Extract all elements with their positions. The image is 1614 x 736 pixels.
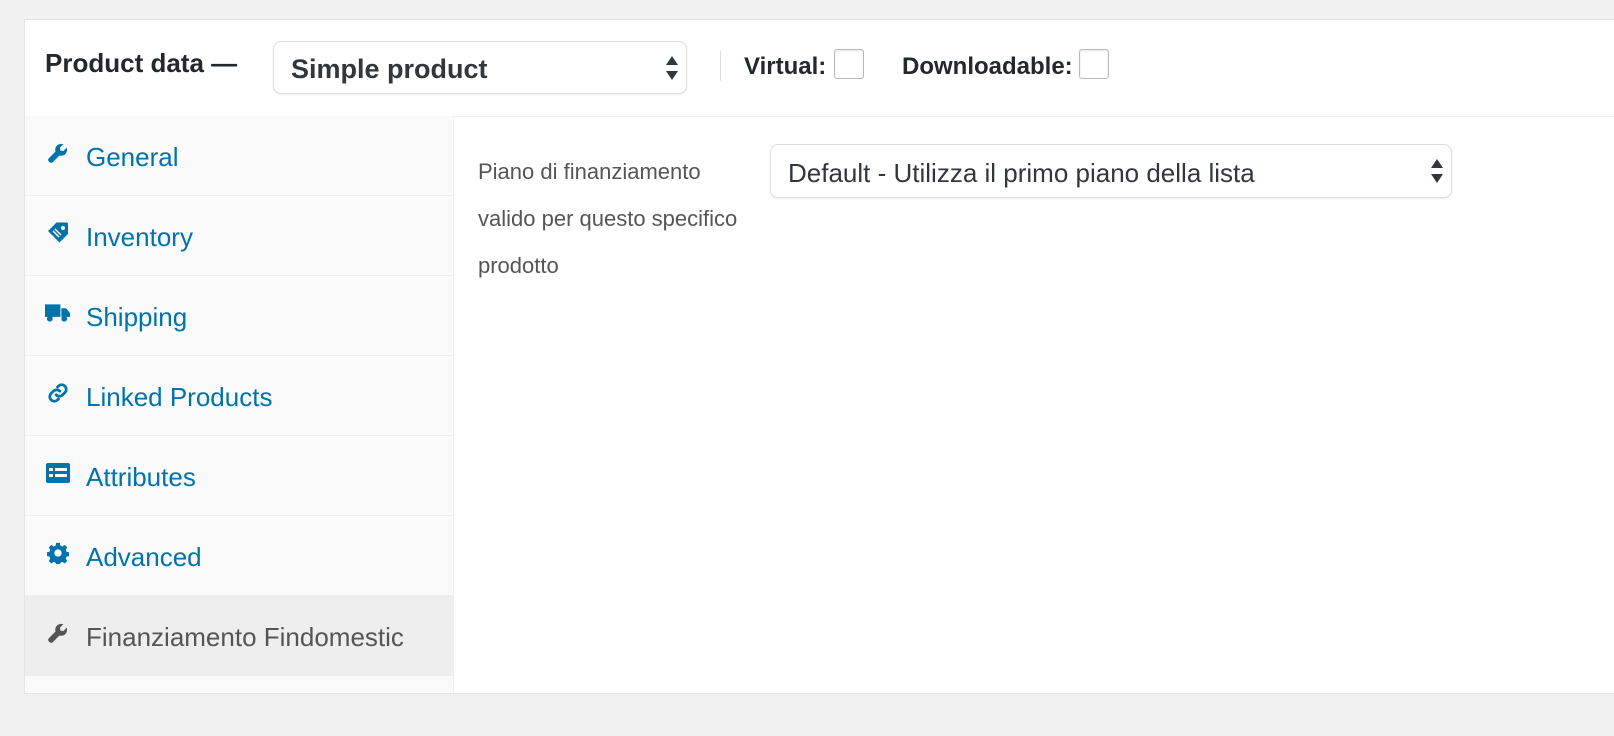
downloadable-label: Downloadable: bbox=[902, 53, 1073, 80]
tab-finanziamento-findomestic-label: Finanziamento Findomestic bbox=[86, 622, 404, 652]
tab-inventory[interactable]: Inventory bbox=[25, 196, 453, 276]
tab-shipping[interactable]: Shipping bbox=[25, 276, 453, 356]
truck-icon bbox=[45, 300, 70, 325]
product-data-header: Product data — Simple product Virtual: D… bbox=[25, 20, 1614, 117]
downloadable-checkbox[interactable] bbox=[1079, 49, 1109, 79]
tab-attributes-label: Attributes bbox=[86, 462, 196, 492]
tab-attributes[interactable]: Attributes bbox=[25, 436, 453, 516]
tab-finanziamento-findomestic[interactable]: Finanziamento Findomestic bbox=[25, 596, 453, 676]
tab-advanced-label: Advanced bbox=[86, 542, 202, 572]
wrench-icon bbox=[45, 140, 70, 165]
header-divider bbox=[720, 51, 721, 81]
tab-shipping-label: Shipping bbox=[86, 302, 188, 332]
gear-icon bbox=[45, 540, 70, 565]
tab-linked-products[interactable]: Linked Products bbox=[25, 356, 453, 436]
product-data-tabs: General Inventory Shipping Linked Produc… bbox=[25, 116, 454, 693]
financing-plan-value: Default - Utilizza il primo piano della … bbox=[788, 158, 1255, 188]
wrench-icon bbox=[45, 620, 70, 645]
select-arrows-icon bbox=[666, 55, 678, 80]
tag-icon bbox=[45, 220, 70, 245]
virtual-label: Virtual: bbox=[744, 53, 827, 80]
virtual-checkbox[interactable] bbox=[834, 49, 864, 79]
financing-plan-select[interactable]: Default - Utilizza il primo piano della … bbox=[770, 144, 1452, 198]
product-data-panel: Product data — Simple product Virtual: D… bbox=[24, 19, 1614, 694]
tab-advanced[interactable]: Advanced bbox=[25, 516, 453, 596]
list-icon bbox=[45, 460, 70, 485]
tab-inventory-label: Inventory bbox=[86, 222, 193, 252]
tab-content-panel: Piano di finanziamento valido per questo… bbox=[454, 116, 1614, 693]
link-icon bbox=[45, 380, 70, 405]
product-type-value: Simple product bbox=[291, 54, 488, 84]
product-type-select[interactable]: Simple product bbox=[273, 41, 687, 94]
product-data-title: Product data — bbox=[45, 48, 238, 78]
tab-general-label: General bbox=[86, 142, 179, 172]
select-arrows-icon bbox=[1431, 159, 1443, 183]
financing-plan-label: Piano di finanziamento valido per questo… bbox=[478, 159, 738, 278]
tab-general[interactable]: General bbox=[25, 116, 453, 196]
tab-linked-products-label: Linked Products bbox=[86, 382, 273, 412]
